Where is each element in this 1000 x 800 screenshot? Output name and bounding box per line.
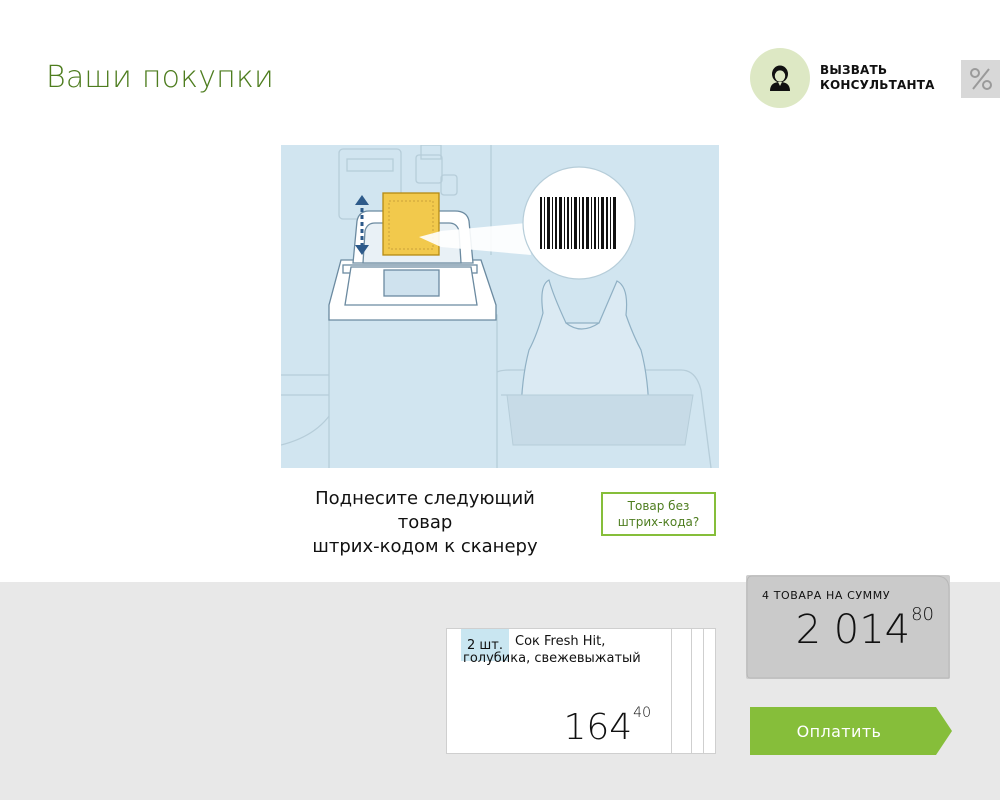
discount-button[interactable] (961, 60, 1000, 98)
last-item-card[interactable]: 2 шт. Сок Fresh Hit, голубика, свежевыжа… (446, 628, 672, 754)
no-barcode-button[interactable]: Товар без штрих-кода? (601, 492, 716, 536)
total-label: 4 ТОВАРА НА СУММУ (762, 589, 891, 602)
pay-button-label: Оплатить (796, 721, 882, 741)
consultant-label: ВЫЗВАТЬ КОНСУЛЬТАНТА (820, 63, 935, 92)
page-title: Ваши покупки (46, 60, 274, 95)
consultant-icon (750, 48, 810, 108)
order-total: 4 ТОВАРА НА СУММУ 2 01480 (746, 575, 950, 679)
scan-instruction: Поднесите следующий товар штрих-кодом к … (312, 488, 538, 557)
total-amount: 2 01480 (795, 604, 934, 653)
scan-illustration (281, 145, 719, 468)
pay-button[interactable]: Оплатить (750, 707, 952, 755)
item-name: Сок Fresh Hit, голубика, свежевыжатый (463, 634, 641, 666)
item-price: 16440 (563, 705, 651, 748)
percent-icon (969, 68, 992, 90)
call-consultant-button[interactable]: ВЫЗВАТЬ КОНСУЛЬТАНТА (750, 48, 940, 108)
